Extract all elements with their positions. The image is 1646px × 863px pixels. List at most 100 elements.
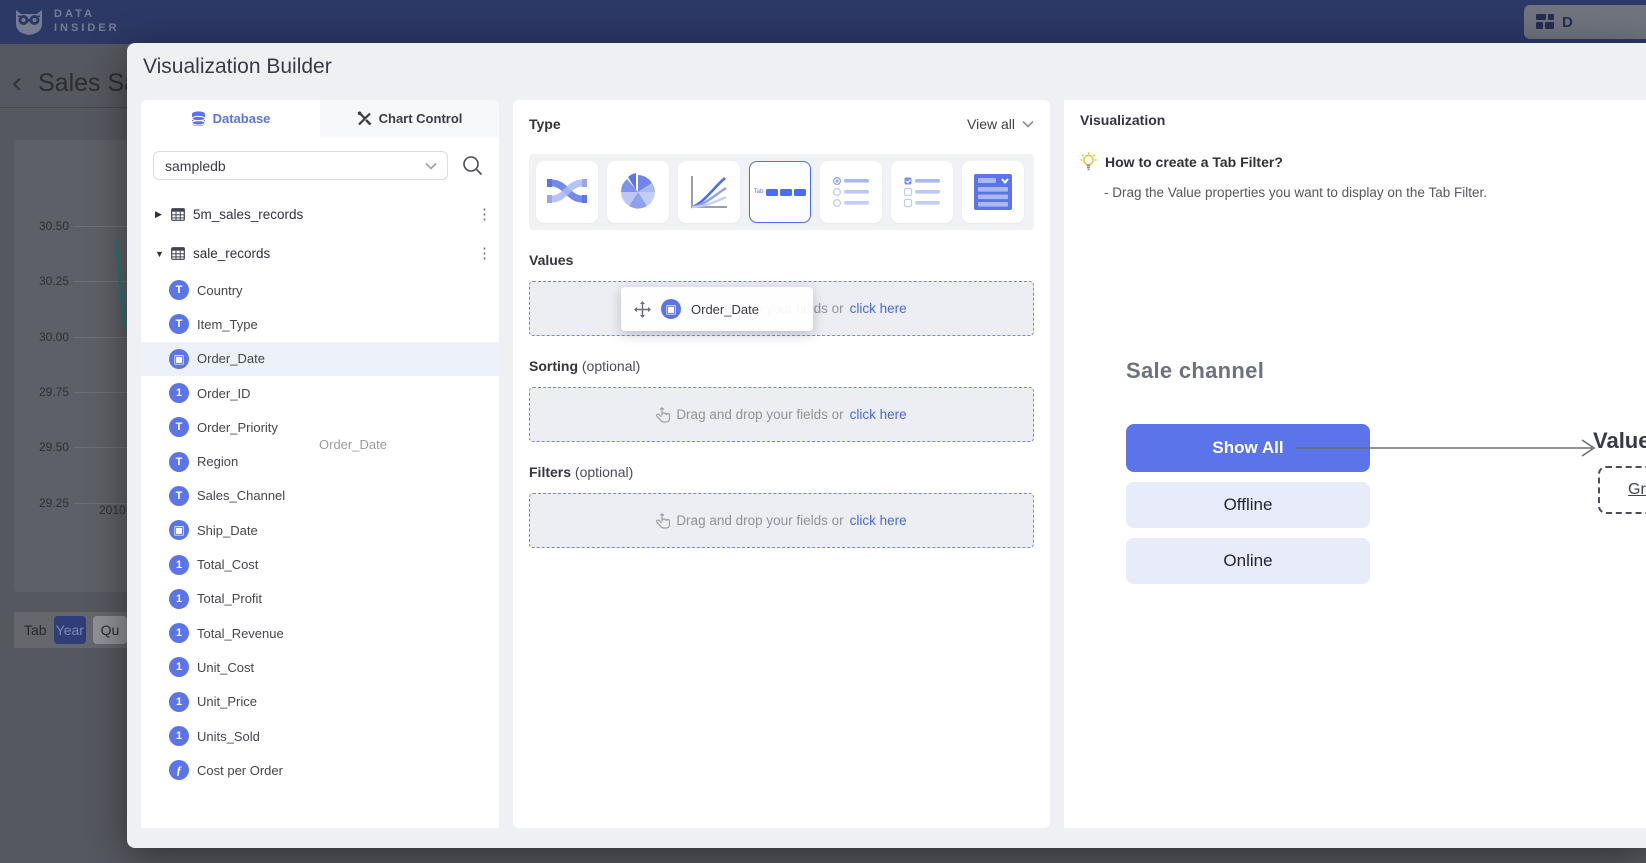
- chart-type-pie[interactable]: [607, 161, 669, 223]
- chart-type-line[interactable]: [678, 161, 740, 223]
- number-type-icon: 1: [169, 383, 189, 403]
- field-label: Units_Sold: [197, 729, 260, 744]
- preview-button-offline[interactable]: Offline: [1126, 482, 1370, 528]
- click-here-link[interactable]: click here: [850, 301, 907, 316]
- field-item-unit-cost[interactable]: 1 Unit_Cost: [141, 650, 499, 684]
- field-item-order-id[interactable]: 1 Order_ID: [141, 376, 499, 410]
- tree-table-5m-sales-records[interactable]: ▶ 5m_sales_records ⋮: [141, 195, 499, 234]
- y-axis-tick: 29.75: [9, 385, 69, 399]
- field-item-country[interactable]: T Country: [141, 273, 499, 307]
- group-annotation-box[interactable]: Group: [1598, 466, 1646, 514]
- database-select-value: sampledb: [165, 158, 226, 174]
- field-item-order-date[interactable]: ▣ Order_Date: [141, 342, 499, 376]
- sorting-dropzone[interactable]: Drag and drop your fields or click here: [529, 387, 1034, 442]
- chart-config-panel: Type View all: [513, 100, 1050, 828]
- filters-dropzone[interactable]: Drag and drop your fields or click here: [529, 493, 1034, 548]
- field-item-unit-price[interactable]: 1 Unit_Price: [141, 685, 499, 719]
- field-item-total-revenue[interactable]: 1 Total_Revenue: [141, 616, 499, 650]
- text-type-icon: T: [169, 417, 189, 437]
- search-icon[interactable]: [462, 155, 483, 176]
- checkbox-list-icon: [903, 175, 941, 209]
- field-label: Order_Date: [197, 351, 265, 366]
- y-axis-tick: 30.00: [9, 330, 69, 344]
- field-item-ship-date[interactable]: ▣ Ship_Date: [141, 513, 499, 547]
- database-explorer-panel: sampledb ▶: [141, 137, 499, 828]
- tree-table-sale-records[interactable]: ▼ sale_records ⋮: [141, 234, 499, 273]
- number-type-icon: 1: [169, 555, 189, 575]
- number-type-icon: 1: [169, 623, 189, 643]
- field-item-cost-per-order[interactable]: ƒ Cost per Order: [141, 753, 499, 787]
- field-label: Region: [197, 454, 238, 469]
- chart-type-carousel[interactable]: Tab: [529, 154, 1034, 230]
- y-axis-tick: 30.50: [9, 219, 69, 233]
- app-logo[interactable]: DATA INSIDER: [13, 6, 120, 36]
- number-type-icon: 1: [169, 726, 189, 746]
- chart-type-radio-list[interactable]: [820, 161, 882, 223]
- field-label: Total_Profit: [197, 591, 262, 606]
- y-axis-tick: 30.25: [9, 274, 69, 288]
- dialog-title: Visualization Builder: [143, 55, 332, 79]
- expand-caret-icon[interactable]: ▶: [155, 209, 171, 220]
- table-menu-icon[interactable]: ⋮: [477, 207, 487, 222]
- field-item-total-cost[interactable]: 1 Total_Cost: [141, 547, 499, 581]
- dragging-field-chip[interactable]: ▣ Order_Date: [621, 287, 813, 331]
- table-name: 5m_sales_records: [193, 207, 477, 222]
- field-item-units-sold[interactable]: 1 Units_Sold: [141, 719, 499, 753]
- field-item-sales-channel[interactable]: T Sales_Channel: [141, 479, 499, 513]
- table-icon: [171, 208, 185, 221]
- dropdown-table-icon: [973, 173, 1013, 211]
- dashboard-grid-icon: [1536, 14, 1554, 30]
- breadcrumb: ‹ Sales Sa: [12, 68, 138, 98]
- chart-type-sankey[interactable]: [536, 161, 598, 223]
- period-tab-year[interactable]: Year: [54, 616, 86, 644]
- collapse-caret-icon[interactable]: ▼: [155, 249, 171, 259]
- visualization-section-title: Visualization: [1080, 112, 1646, 128]
- click-here-link[interactable]: click here: [850, 513, 907, 528]
- chip-label: Order_Date: [691, 302, 759, 317]
- view-all-button[interactable]: View all: [967, 116, 1034, 132]
- table-icon: [171, 247, 185, 260]
- datasource-row: sampledb: [153, 151, 483, 180]
- filters-section-label: Filters (optional): [529, 464, 1034, 480]
- tab-chart-control[interactable]: Chart Control: [320, 100, 499, 137]
- owl-logo-icon: [13, 6, 45, 36]
- group-annotation-link[interactable]: Group: [1628, 481, 1646, 499]
- drag-hand-icon: [656, 513, 670, 529]
- field-label: Cost per Order: [197, 763, 283, 778]
- text-type-icon: T: [169, 452, 189, 472]
- preview-button-online[interactable]: Online: [1126, 538, 1370, 584]
- chevron-down-icon: [425, 162, 437, 170]
- type-section-title: Type: [529, 116, 561, 132]
- tools-icon: [357, 111, 372, 126]
- database-select[interactable]: sampledb: [153, 151, 448, 180]
- pie-chart-icon: [619, 173, 657, 211]
- function-type-icon: ƒ: [169, 760, 189, 780]
- sankey-chart-icon: [547, 175, 587, 209]
- chart-type-tab-filter[interactable]: Tab: [749, 161, 811, 223]
- field-label: Total_Cost: [197, 557, 258, 572]
- click-here-link[interactable]: click here: [850, 407, 907, 422]
- tip-row: How to create a Tab Filter?: [1080, 152, 1646, 171]
- visualization-builder-dialog: Visualization Builder Database: [127, 43, 1646, 848]
- visualization-preview-panel: Visualization How to create a Tab Filter…: [1064, 100, 1646, 828]
- field-item-item-type[interactable]: T Item_Type: [141, 307, 499, 341]
- tab-database[interactable]: Database: [141, 100, 320, 137]
- field-label: Total_Revenue: [197, 626, 284, 641]
- period-tab-caption: Tab: [24, 622, 47, 638]
- back-button[interactable]: ‹: [12, 68, 22, 98]
- sorting-section-label: Sorting (optional): [529, 358, 1034, 374]
- table-menu-icon[interactable]: ⋮: [477, 246, 487, 261]
- background-chart-card: 30.50 30.25 30.00 29.75 29.50 29.25 2010: [14, 140, 127, 592]
- y-axis-tick: 29.25: [9, 496, 69, 510]
- tab-filter-icon: Tab: [754, 189, 807, 196]
- field-item-total-profit[interactable]: 1 Total_Profit: [141, 582, 499, 616]
- dashboard-button[interactable]: D: [1524, 5, 1646, 39]
- database-icon: [191, 111, 206, 127]
- field-label: Order_ID: [197, 386, 250, 401]
- period-tab-quarter[interactable]: Qu: [93, 616, 127, 644]
- chart-type-checkbox-list[interactable]: [891, 161, 953, 223]
- chart-type-dropdown-table[interactable]: [962, 161, 1024, 223]
- values-dropzone[interactable]: Drag and drop your fields or click here …: [529, 281, 1034, 336]
- preview-chart-title: Sale channel: [1126, 358, 1264, 384]
- left-panel-tabs: Database Chart Control: [141, 100, 499, 137]
